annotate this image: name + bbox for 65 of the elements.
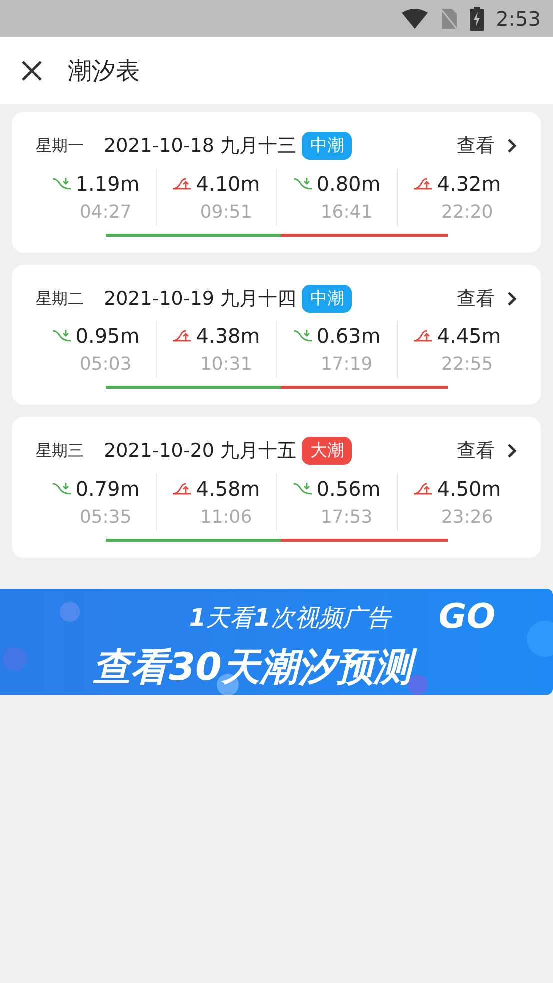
tide-height: 4.32m <box>437 170 502 198</box>
falling-tide-icon <box>52 176 72 190</box>
tide-time: 09:51 <box>199 200 252 224</box>
tide-time: 23:26 <box>440 506 494 530</box>
tide-time: 10:31 <box>199 353 252 377</box>
tide-time: 05:03 <box>78 353 132 377</box>
rising-tide-icon <box>413 176 434 190</box>
tide-height: 4.50m <box>437 476 502 502</box>
rising-tide-icon <box>172 176 192 190</box>
rising-tide-icon <box>172 482 192 496</box>
page-title: 潮汐表 <box>68 56 140 86</box>
tide-height: 0.80m <box>316 170 381 198</box>
tide-height: 0.79m <box>76 476 140 502</box>
tide-time: 17:53 <box>320 506 373 530</box>
tide-height: 1.19m <box>76 170 140 198</box>
falling-tide-icon <box>292 176 313 190</box>
tide-type-badge: 大潮 <box>302 437 352 466</box>
tide-time: 11:06 <box>199 506 252 530</box>
chevron-right-icon <box>507 290 517 307</box>
view-link[interactable]: 查看 <box>457 132 517 160</box>
close-button[interactable] <box>20 58 44 82</box>
wifi-icon <box>402 8 428 28</box>
status-time: 2:53 <box>496 6 541 32</box>
rising-tide-icon <box>172 329 192 343</box>
tide-height: 0.95m <box>76 323 140 350</box>
tide-time: 22:55 <box>440 353 494 377</box>
tide-height: 4.58m <box>196 476 260 502</box>
rising-tide-icon <box>413 482 434 496</box>
banner-title: 查看30天潮汐预测 <box>89 643 424 691</box>
view-link[interactable]: 查看 <box>457 284 517 313</box>
date-label: 2021-10-18 九月十三 <box>104 134 296 159</box>
tide-height: 4.45m <box>437 323 502 350</box>
battery-charging-icon <box>470 6 484 30</box>
tide-height: 4.38m <box>196 323 260 350</box>
view-link[interactable]: 查看 <box>457 437 517 466</box>
tide-type-badge: 中潮 <box>302 132 352 160</box>
tide-height: 0.63m <box>316 323 381 350</box>
falling-tide-icon <box>52 482 72 496</box>
tide-height: 0.56m <box>316 476 381 502</box>
tide-time: 22:20 <box>440 200 494 224</box>
weekday-label: 星期二 <box>36 288 84 310</box>
no-sim-icon <box>440 8 458 30</box>
weekday-label: 星期三 <box>36 440 84 462</box>
chevron-right-icon <box>507 138 517 154</box>
tide-time: 05:35 <box>78 506 132 530</box>
falling-tide-icon <box>292 482 313 496</box>
falling-tide-icon <box>292 329 313 343</box>
go-label: GO <box>438 596 497 639</box>
date-label: 2021-10-20 九月十五 <box>104 439 296 464</box>
banner-subtitle: 1天看1次视频广告 <box>189 602 394 634</box>
falling-tide-icon <box>52 329 72 343</box>
tide-type-badge: 中潮 <box>302 284 352 313</box>
tide-height: 4.10m <box>196 170 260 198</box>
weekday-label: 星期一 <box>36 135 84 158</box>
tide-day-card[interactable]: 星期二 2021-10-19 九月十四 中潮 查看 0.95m 05:03 4.38m 10:31 0.63m 17:19 4.45m 22:55 <box>12 264 541 405</box>
chevron-right-icon <box>507 443 517 460</box>
rising-tide-icon <box>413 329 434 343</box>
tide-time: 04:27 <box>78 200 132 224</box>
tide-day-card[interactable]: 星期一 2021-10-18 九月十三 中潮 查看 1.19m 04:27 4.10m 09:51 0.80m 16:41 4.32m 22:20 <box>12 112 541 252</box>
tide-day-card[interactable]: 星期三 2021-10-20 九月十五 大潮 查看 0.79m 05:35 4.58m 11:06 0.56m 17:53 4.50m 23:26 <box>12 417 541 558</box>
tide-time: 16:41 <box>320 200 373 224</box>
date-label: 2021-10-19 九月十四 <box>104 286 296 312</box>
forecast-banner[interactable]: 1天看1次视频广告 GO 查看30天潮汐预测 <box>0 588 553 694</box>
tide-time: 17:19 <box>320 353 373 377</box>
close-icon <box>21 60 43 82</box>
